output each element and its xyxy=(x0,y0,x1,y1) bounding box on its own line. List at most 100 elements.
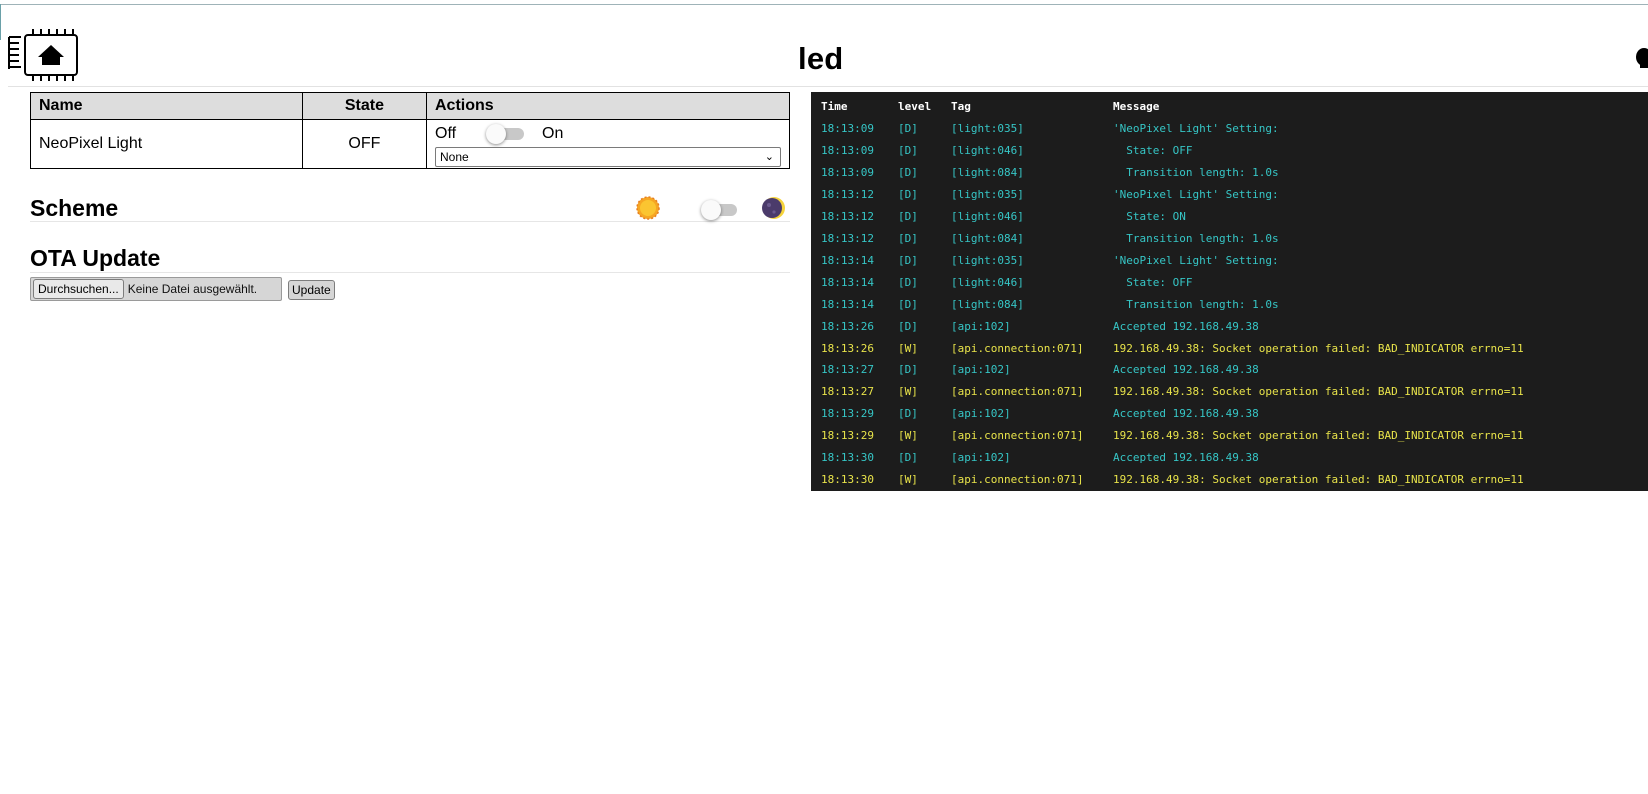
log-entry-time: 18:13:27 xyxy=(821,363,874,377)
update-button[interactable]: Update xyxy=(288,280,335,300)
effect-select-value: None xyxy=(440,150,469,164)
toggle-knob xyxy=(486,124,507,144)
log-entry-time: 18:13:12 xyxy=(821,187,874,201)
log-entry-tag: [light:035] xyxy=(951,253,1024,267)
toggle-off-label: Off xyxy=(435,125,457,142)
log-entry-level: [W] xyxy=(898,429,918,443)
toggle-knob xyxy=(701,200,721,220)
log-entry-tag: [api.connection:071] xyxy=(951,473,1084,487)
log-entry-time: 18:13:12 xyxy=(821,231,874,245)
log-entry-message: State: ON xyxy=(1113,209,1186,223)
log-entry-message: Transition length: 1.0s xyxy=(1113,231,1279,245)
log-entry-level: [D] xyxy=(898,144,918,157)
dark-mode-toggle[interactable] xyxy=(701,200,737,220)
chevron-down-icon: ⌄ xyxy=(764,151,774,163)
log-entry-message: 'NeoPixel Light' Setting: xyxy=(1113,187,1279,201)
lightbulb-icon[interactable] xyxy=(1634,48,1648,70)
log-entry-level: [D] xyxy=(898,187,918,201)
ota-title: OTA Update xyxy=(30,245,161,271)
log-entry-message: 192.168.49.38: Socket operation failed: … xyxy=(1113,429,1524,443)
scheme-divider xyxy=(30,221,790,222)
log-entry-tag: [light:084] xyxy=(951,165,1024,179)
page-title: led xyxy=(798,41,844,76)
log-entry-tag: [api:102] xyxy=(951,363,1011,377)
log-entry-message: State: OFF xyxy=(1113,144,1193,157)
sun-icon xyxy=(636,196,660,220)
log-entry-message: Accepted 192.168.49.38 xyxy=(1113,407,1259,421)
log-entry-message: Transition length: 1.0s xyxy=(1113,297,1279,311)
log-entry-level: [D] xyxy=(898,275,918,289)
log-header-row: Time level Tag Message xyxy=(821,96,1159,117)
effect-select[interactable]: None ⌄ xyxy=(435,147,781,167)
file-status-label: Keine Datei ausgewählt. xyxy=(127,282,258,296)
log-entry-time: 18:13:27 xyxy=(821,385,874,399)
log-entry-tag: [light:035] xyxy=(951,122,1024,135)
log-entry-level: [D] xyxy=(898,231,918,245)
home-logo-icon[interactable] xyxy=(8,29,82,85)
log-entry-level: [W] xyxy=(898,341,918,355)
log-entry-level: [W] xyxy=(898,385,918,399)
table-header-row: Name State Actions xyxy=(30,92,790,120)
log-entry-message: Accepted 192.168.49.38 xyxy=(1113,363,1259,377)
log-entry-tag: [api:102] xyxy=(951,319,1011,333)
log-entry-message: 'NeoPixel Light' Setting: xyxy=(1113,253,1279,267)
column-header-state: State xyxy=(301,92,428,120)
log-entry-tag: [light:046] xyxy=(951,209,1024,223)
log-entry-tag: [light:084] xyxy=(951,297,1024,311)
column-header-actions: Actions xyxy=(426,92,790,120)
entity-actions: Off On None ⌄ xyxy=(426,119,790,169)
log-entry-time: 18:13:26 xyxy=(821,341,874,355)
log-entry-time: 18:13:09 xyxy=(821,122,874,135)
log-entry-level: [D] xyxy=(898,253,918,267)
light-power-toggle[interactable] xyxy=(486,124,525,144)
log-entry-level: [D] xyxy=(898,451,918,465)
entity-name: NeoPixel Light xyxy=(30,119,303,169)
log-entry-time: 18:13:30 xyxy=(821,451,874,465)
log-entry-time: 18:13:29 xyxy=(821,407,874,421)
log-entry-tag: [api.connection:071] xyxy=(951,341,1084,355)
log-entry-level: [D] xyxy=(898,407,918,421)
log-entry-message: Accepted 192.168.49.38 xyxy=(1113,451,1259,465)
log-entry-tag: [api.connection:071] xyxy=(951,385,1084,399)
log-entry-tag: [api:102] xyxy=(951,407,1011,421)
log-entry-level: [D] xyxy=(898,297,918,311)
log-entry-time: 18:13:14 xyxy=(821,297,874,311)
log-entry-tag: [light:046] xyxy=(951,275,1024,289)
table-row: NeoPixel Light OFF Off On None ⌄ xyxy=(30,119,790,169)
log-entry-time: 18:13:29 xyxy=(821,429,874,443)
log-entry-time: 18:13:14 xyxy=(821,275,874,289)
log-entry-message: Transition length: 1.0s xyxy=(1113,165,1279,179)
log-entry-time: 18:13:26 xyxy=(821,319,874,333)
log-entry-level: [W] xyxy=(898,473,918,487)
log-entry-message: 'NeoPixel Light' Setting: xyxy=(1113,122,1279,135)
log-entry-message: 192.168.49.38: Socket operation failed: … xyxy=(1113,473,1524,487)
firmware-file-input[interactable]: Durchsuchen... Keine Datei ausgewählt. xyxy=(30,277,282,301)
log-entry-level: [D] xyxy=(898,319,918,333)
log-entry-time: 18:13:14 xyxy=(821,253,874,267)
log-entry-tag: [api:102] xyxy=(951,451,1011,465)
log-entry-message: 192.168.49.38: Socket operation failed: … xyxy=(1113,385,1524,399)
log-header-time: Time xyxy=(821,100,848,113)
log-entry-time: 18:13:09 xyxy=(821,144,874,157)
log-entry-tag: [light:084] xyxy=(951,231,1024,245)
log-header-level: level xyxy=(898,100,932,113)
log-entry-message: State: OFF xyxy=(1113,275,1193,289)
column-header-name: Name xyxy=(30,92,303,120)
log-entry-level: [D] xyxy=(898,165,918,179)
log-entry-time: 18:13:30 xyxy=(821,473,874,487)
entities-table: Name State Actions NeoPixel Light OFF Of… xyxy=(30,92,790,169)
header-divider xyxy=(8,86,1648,87)
browse-button[interactable]: Durchsuchen... xyxy=(33,279,124,299)
log-entry-time: 18:13:12 xyxy=(821,209,874,223)
ota-divider xyxy=(30,272,790,273)
log-header-tag: Tag xyxy=(951,100,971,113)
log-entry-level: [D] xyxy=(898,209,918,223)
entity-state: OFF xyxy=(301,119,428,169)
log-entry-level: [D] xyxy=(898,363,918,377)
page-header: led xyxy=(0,5,1648,87)
log-entry-level: [D] xyxy=(898,122,918,135)
log-entry-message: 192.168.49.38: Socket operation failed: … xyxy=(1113,341,1524,355)
log-entry-tag: [light:035] xyxy=(951,187,1024,201)
log-panel: Time level Tag Message 18:13:09 [D] [light… xyxy=(811,92,1648,491)
log-entry-time: 18:13:09 xyxy=(821,165,874,179)
